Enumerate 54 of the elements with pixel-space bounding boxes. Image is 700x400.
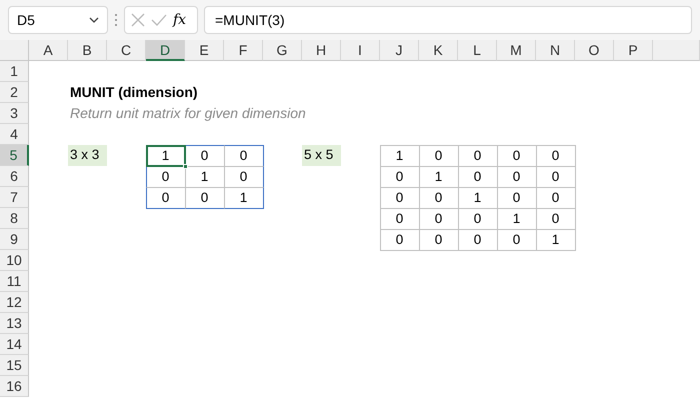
- cell-reference: D5: [17, 10, 35, 30]
- label-cell[interactable]: 5 x 5: [302, 145, 341, 166]
- column-header[interactable]: A: [29, 40, 68, 61]
- select-all-corner[interactable]: [0, 40, 29, 61]
- matrix-cell[interactable]: 0: [224, 144, 264, 166]
- row-header[interactable]: 16: [0, 376, 29, 397]
- matrix-cell[interactable]: 0: [380, 228, 420, 250]
- column-header[interactable]: [653, 40, 700, 61]
- row-header[interactable]: 4: [0, 124, 29, 145]
- column-header[interactable]: K: [419, 40, 458, 61]
- column-header[interactable]: P: [614, 40, 653, 61]
- insert-function-button[interactable]: fx: [173, 10, 186, 30]
- column-header[interactable]: E: [185, 40, 224, 61]
- matrix-cell[interactable]: 1: [536, 228, 576, 250]
- row-header[interactable]: 10: [0, 250, 29, 271]
- row-header[interactable]: 13: [0, 313, 29, 334]
- row-header[interactable]: 11: [0, 271, 29, 292]
- row-header[interactable]: 5: [0, 145, 29, 166]
- row-header[interactable]: 3: [0, 103, 29, 124]
- row-header[interactable]: 14: [0, 334, 29, 355]
- column-header[interactable]: N: [536, 40, 575, 61]
- matrix-cell[interactable]: 1: [146, 144, 186, 166]
- column-header[interactable]: M: [497, 40, 536, 61]
- sheet-title[interactable]: MUNIT (dimension): [68, 82, 341, 103]
- check-icon[interactable]: [151, 14, 167, 26]
- cancel-icon[interactable]: [131, 13, 145, 27]
- row-header[interactable]: 7: [0, 187, 29, 208]
- column-header[interactable]: H: [302, 40, 341, 61]
- column-header[interactable]: D: [146, 40, 185, 61]
- column-header[interactable]: F: [224, 40, 263, 61]
- row-header[interactable]: 6: [0, 166, 29, 187]
- name-box[interactable]: D5: [8, 6, 108, 34]
- fill-handle[interactable]: [182, 164, 188, 168]
- row-header[interactable]: 9: [0, 229, 29, 250]
- column-header[interactable]: O: [575, 40, 614, 61]
- formula-field[interactable]: =MUNIT(3): [204, 6, 692, 34]
- chevron-down-icon[interactable]: [89, 17, 99, 23]
- column-header[interactable]: J: [380, 40, 419, 61]
- matrix-cell[interactable]: 1: [224, 186, 264, 208]
- column-header[interactable]: I: [341, 40, 380, 61]
- row-header[interactable]: 15: [0, 355, 29, 376]
- matrix-cell[interactable]: 0: [536, 144, 576, 166]
- row-header[interactable]: 12: [0, 292, 29, 313]
- row-header[interactable]: 2: [0, 82, 29, 103]
- column-header[interactable]: B: [68, 40, 107, 61]
- matrix-cell[interactable]: 1: [380, 144, 420, 166]
- row-header[interactable]: 1: [0, 61, 29, 82]
- grip-icon: [114, 13, 118, 27]
- row-header[interactable]: 8: [0, 208, 29, 229]
- label-cell[interactable]: 3 x 3: [68, 145, 107, 166]
- matrix-cell[interactable]: 0: [146, 186, 186, 208]
- column-header[interactable]: G: [263, 40, 302, 61]
- column-header[interactable]: L: [458, 40, 497, 61]
- column-header[interactable]: C: [107, 40, 146, 61]
